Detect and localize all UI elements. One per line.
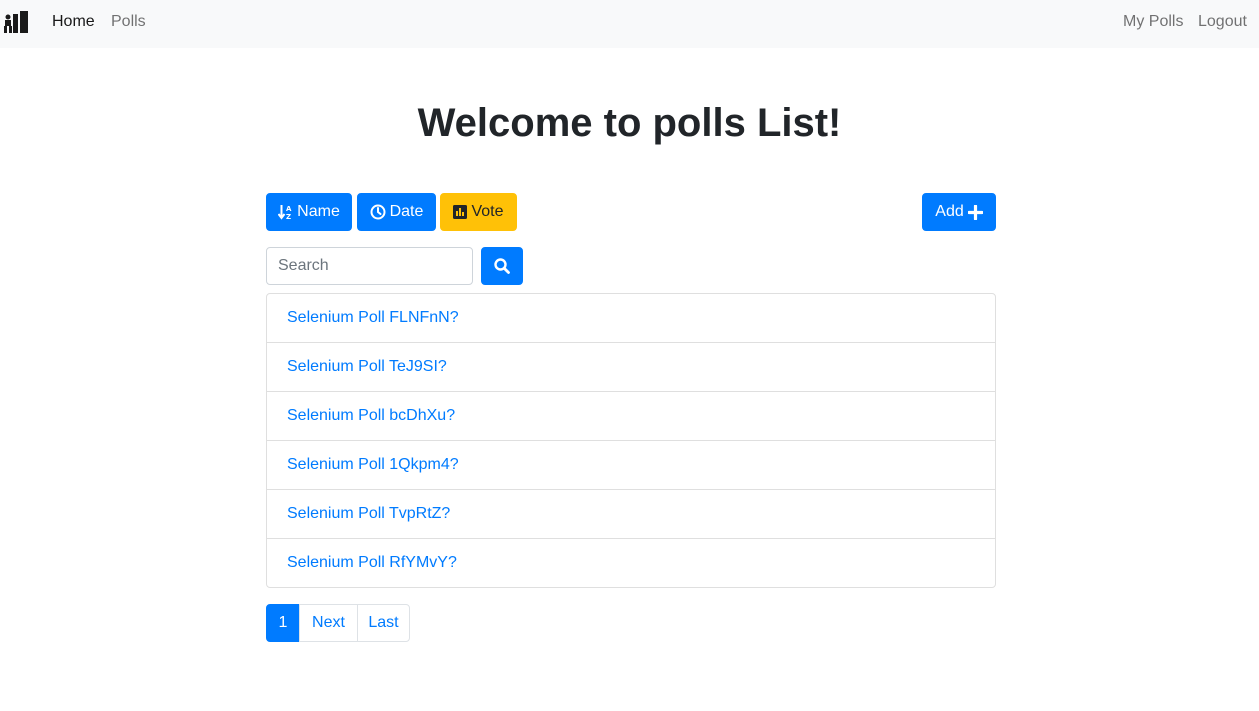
nav-home[interactable]: Home bbox=[52, 12, 95, 32]
nav-my-polls[interactable]: My Polls bbox=[1123, 12, 1183, 32]
search-icon bbox=[494, 258, 510, 274]
add-poll-button[interactable]: Add bbox=[922, 193, 996, 231]
nav-logout[interactable]: Logout bbox=[1198, 12, 1247, 32]
sort-name-label: Name bbox=[297, 203, 340, 220]
svg-text:A: A bbox=[286, 205, 292, 213]
polls-logo-icon[interactable] bbox=[4, 11, 28, 33]
list-item: Selenium Poll bcDhXu? bbox=[267, 392, 995, 441]
page-next-button[interactable]: Next bbox=[299, 604, 358, 642]
page-last-button[interactable]: Last bbox=[357, 604, 410, 642]
poll-link[interactable]: Selenium Poll FLNFnN? bbox=[287, 309, 459, 327]
poll-link[interactable]: Selenium Poll 1Qkpm4? bbox=[287, 456, 459, 474]
list-item: Selenium Poll 1Qkpm4? bbox=[267, 441, 995, 490]
pagination: 1 Next Last bbox=[266, 604, 410, 642]
list-item: Selenium Poll RfYMvY? bbox=[267, 539, 995, 587]
list-item: Selenium Poll TvpRtZ? bbox=[267, 490, 995, 539]
list-item: Selenium Poll TeJ9SI? bbox=[267, 343, 995, 392]
add-label: Add bbox=[935, 203, 964, 220]
poll-list: Selenium Poll FLNFnN? Selenium Poll TeJ9… bbox=[266, 293, 996, 588]
page-title: Welcome to polls List! bbox=[417, 101, 842, 145]
svg-text:Z: Z bbox=[286, 213, 291, 220]
search-button[interactable] bbox=[481, 247, 523, 285]
sort-vote-label: Vote bbox=[471, 203, 504, 220]
search-input[interactable] bbox=[266, 247, 473, 285]
sort-alpha-icon: A Z bbox=[278, 204, 293, 220]
bar-chart-icon bbox=[453, 205, 468, 219]
poll-link[interactable]: Selenium Poll TvpRtZ? bbox=[287, 505, 450, 523]
page-1-button[interactable]: 1 bbox=[266, 604, 300, 642]
poll-link[interactable]: Selenium Poll RfYMvY? bbox=[287, 554, 457, 572]
sort-date-button[interactable]: Date bbox=[357, 193, 436, 231]
clock-icon bbox=[370, 204, 386, 220]
nav-polls[interactable]: Polls bbox=[111, 12, 146, 32]
sort-vote-button[interactable]: Vote bbox=[440, 193, 517, 231]
sort-date-label: Date bbox=[389, 203, 424, 220]
sort-name-button[interactable]: A Z Name bbox=[266, 193, 352, 231]
list-item: Selenium Poll FLNFnN? bbox=[267, 294, 995, 343]
poll-link[interactable]: Selenium Poll bcDhXu? bbox=[287, 407, 455, 425]
plus-icon bbox=[967, 204, 983, 220]
navbar: Home Polls My Polls Logout bbox=[0, 0, 1259, 48]
poll-link[interactable]: Selenium Poll TeJ9SI? bbox=[287, 358, 447, 376]
